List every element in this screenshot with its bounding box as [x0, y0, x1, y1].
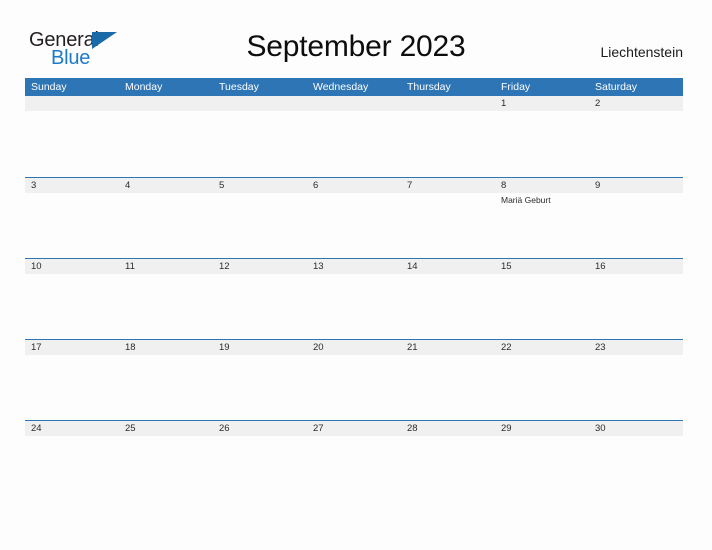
day-event [119, 355, 213, 357]
weekday-header-sunday: Sunday [31, 81, 67, 93]
weekday-header-monday: Monday [125, 81, 163, 93]
day-event [119, 111, 213, 113]
day-number[interactable]: 15 [495, 259, 589, 274]
day-event [401, 111, 495, 113]
week-row: 1 2 [25, 96, 683, 177]
day-event [589, 436, 683, 438]
day-number[interactable]: 13 [307, 259, 401, 274]
calendar-grid: Sunday Monday Tuesday Wednesday Thursday… [25, 78, 683, 501]
calendar-page: General Blue September 2023 Liechtenstei… [0, 0, 712, 550]
day-event [495, 111, 589, 113]
day-event [495, 274, 589, 276]
week-event-strip [25, 274, 683, 276]
day-number[interactable]: 7 [401, 178, 495, 193]
day-number[interactable]: 8 [495, 178, 589, 193]
day-event [25, 193, 119, 206]
day-number[interactable]: 17 [25, 340, 119, 355]
day-number[interactable]: 22 [495, 340, 589, 355]
day-number[interactable]: 26 [213, 421, 307, 436]
weekday-header-saturday: Saturday [595, 81, 638, 93]
day-number[interactable]: 12 [213, 259, 307, 274]
day-number[interactable] [213, 96, 307, 111]
day-event [25, 111, 119, 113]
day-number[interactable]: 24 [25, 421, 119, 436]
week-event-strip [25, 111, 683, 113]
day-event [213, 355, 307, 357]
day-number[interactable]: 2 [589, 96, 683, 111]
day-number[interactable]: 18 [119, 340, 213, 355]
week-date-strip: 17 18 19 20 21 22 23 [25, 339, 683, 355]
weekday-header-row: Sunday Monday Tuesday Wednesday Thursday… [25, 78, 683, 96]
week-row: 3 4 5 6 7 8 9 Mariä Geburt [25, 177, 683, 258]
week-row: 24 25 26 27 28 29 30 [25, 420, 683, 501]
day-event [119, 436, 213, 438]
day-number[interactable]: 6 [307, 178, 401, 193]
day-number[interactable] [307, 96, 401, 111]
day-event [589, 274, 683, 276]
week-event-strip [25, 436, 683, 438]
day-event [25, 355, 119, 357]
day-event [307, 436, 401, 438]
week-date-strip: 1 2 [25, 96, 683, 111]
day-number[interactable]: 5 [213, 178, 307, 193]
day-event [589, 111, 683, 113]
day-number[interactable]: 29 [495, 421, 589, 436]
day-event [25, 274, 119, 276]
day-event [25, 436, 119, 438]
day-number[interactable]: 1 [495, 96, 589, 111]
day-number[interactable]: 16 [589, 259, 683, 274]
page-header: General Blue September 2023 Liechtenstei… [0, 0, 712, 78]
day-number[interactable]: 14 [401, 259, 495, 274]
day-event [401, 274, 495, 276]
weekday-header-wednesday: Wednesday [313, 81, 369, 93]
day-event [307, 193, 401, 206]
day-event [589, 193, 683, 206]
day-event [119, 274, 213, 276]
day-event [213, 193, 307, 206]
day-event [307, 274, 401, 276]
day-event [307, 355, 401, 357]
week-date-strip: 24 25 26 27 28 29 30 [25, 420, 683, 436]
day-number[interactable]: 4 [119, 178, 213, 193]
day-event [119, 193, 213, 206]
day-event [401, 436, 495, 438]
weekday-header-thursday: Thursday [407, 81, 451, 93]
week-date-strip: 10 11 12 13 14 15 16 [25, 258, 683, 274]
day-event-holiday: Mariä Geburt [501, 195, 551, 205]
day-number[interactable]: 9 [589, 178, 683, 193]
week-row: 10 11 12 13 14 15 16 [25, 258, 683, 339]
day-number[interactable]: 23 [589, 340, 683, 355]
day-number[interactable]: 3 [25, 178, 119, 193]
day-event [401, 355, 495, 357]
day-number[interactable]: 28 [401, 421, 495, 436]
day-event [589, 355, 683, 357]
country-label: Liechtenstein [600, 44, 683, 60]
day-event [213, 436, 307, 438]
weekday-header-tuesday: Tuesday [219, 81, 259, 93]
day-number[interactable]: 27 [307, 421, 401, 436]
day-event [213, 274, 307, 276]
day-event [495, 355, 589, 357]
week-event-strip: Mariä Geburt [25, 193, 683, 206]
day-event [213, 111, 307, 113]
day-number[interactable]: 19 [213, 340, 307, 355]
day-event [307, 111, 401, 113]
day-number[interactable]: 20 [307, 340, 401, 355]
day-number[interactable] [401, 96, 495, 111]
day-event [495, 436, 589, 438]
week-row: 17 18 19 20 21 22 23 [25, 339, 683, 420]
day-number[interactable] [119, 96, 213, 111]
day-number[interactable]: 11 [119, 259, 213, 274]
week-date-strip: 3 4 5 6 7 8 9 [25, 177, 683, 193]
day-number[interactable]: 25 [119, 421, 213, 436]
day-number[interactable] [25, 96, 119, 111]
day-event [401, 193, 495, 206]
weekday-header-friday: Friday [501, 81, 531, 93]
day-number[interactable]: 10 [25, 259, 119, 274]
day-number[interactable]: 30 [589, 421, 683, 436]
day-number[interactable]: 21 [401, 340, 495, 355]
week-event-strip [25, 355, 683, 357]
